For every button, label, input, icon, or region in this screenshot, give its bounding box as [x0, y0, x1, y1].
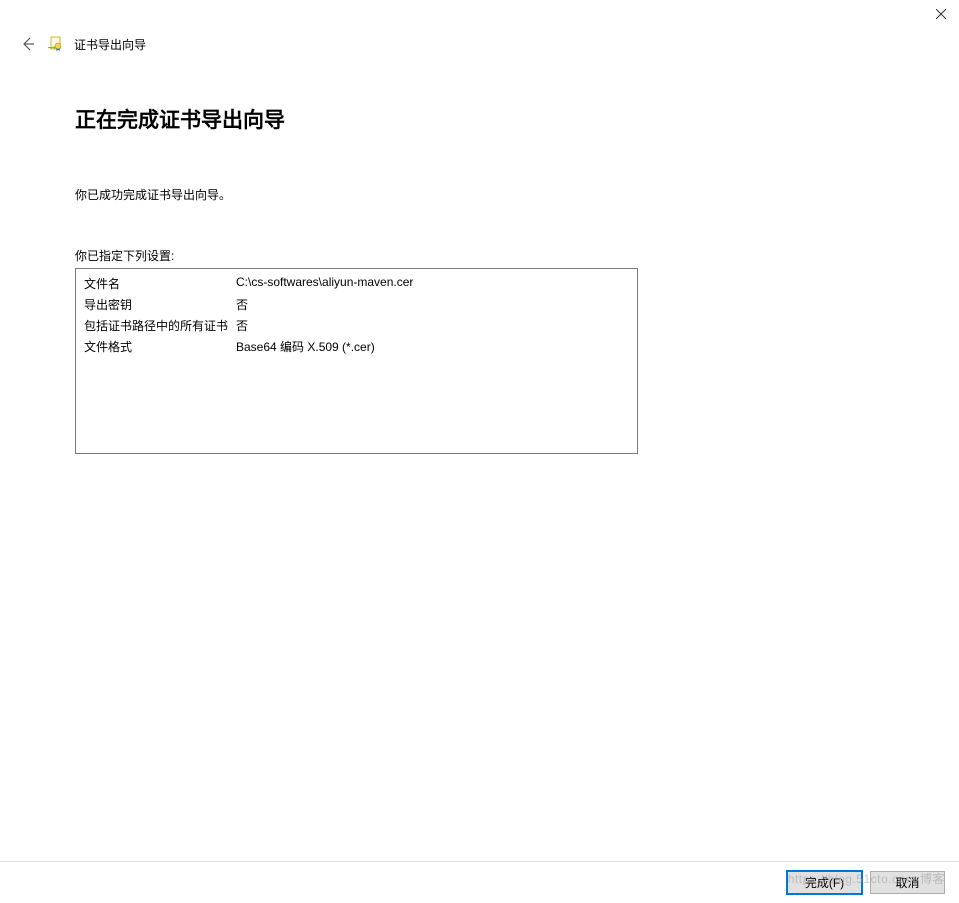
wizard-content: 正在完成证书导出向导 你已成功完成证书导出向导。 你已指定下列设置: 文件名 C… [0, 54, 640, 454]
setting-label: 文件名 [84, 273, 236, 294]
back-arrow-icon [20, 36, 36, 52]
wizard-footer: 完成(F) 取消 [0, 861, 959, 903]
wizard-header: 证书导出向导 [0, 30, 959, 54]
settings-box: 文件名 C:\cs-softwares\aliyun-maven.cer 导出密… [75, 268, 638, 454]
setting-value: C:\cs-softwares\aliyun-maven.cer [236, 273, 629, 294]
back-button[interactable] [18, 34, 38, 54]
setting-label: 导出密钥 [84, 294, 236, 315]
titlebar [0, 0, 959, 30]
close-button[interactable] [931, 4, 951, 24]
table-row: 包括证书路径中的所有证书 否 [84, 315, 629, 336]
setting-label: 文件格式 [84, 336, 236, 357]
table-row: 导出密钥 否 [84, 294, 629, 315]
wizard-title: 证书导出向导 [74, 36, 146, 53]
page-heading: 正在完成证书导出向导 [75, 104, 640, 134]
settings-table: 文件名 C:\cs-softwares\aliyun-maven.cer 导出密… [84, 273, 629, 357]
finish-button[interactable]: 完成(F) [787, 871, 862, 894]
setting-value: 否 [236, 315, 629, 336]
success-message: 你已成功完成证书导出向导。 [75, 186, 640, 203]
close-icon [936, 9, 946, 19]
table-row: 文件格式 Base64 编码 X.509 (*.cer) [84, 336, 629, 357]
setting-label: 包括证书路径中的所有证书 [84, 315, 236, 336]
certificate-wizard-icon [48, 36, 64, 52]
setting-value: 否 [236, 294, 629, 315]
cancel-button[interactable]: 取消 [870, 871, 945, 894]
settings-label: 你已指定下列设置: [75, 247, 640, 264]
table-row: 文件名 C:\cs-softwares\aliyun-maven.cer [84, 273, 629, 294]
setting-value: Base64 编码 X.509 (*.cer) [236, 336, 629, 357]
